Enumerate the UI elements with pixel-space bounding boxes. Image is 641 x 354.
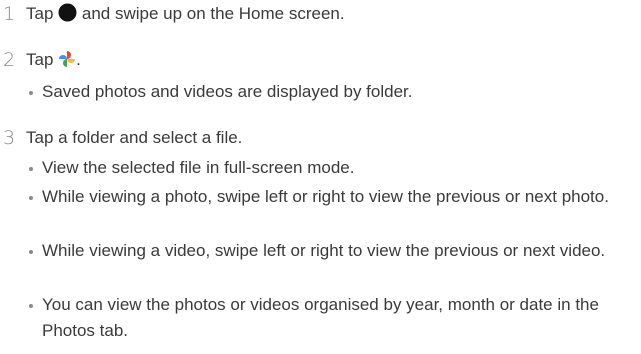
bullet-text: View the selected file in full-screen mo… (42, 158, 355, 177)
step-number: 2 (3, 49, 16, 71)
step-text: Tap and swipe up on the Home screen. (26, 3, 345, 28)
instruction-document: 1 Tap and swipe up on the Home screen. 2… (0, 0, 641, 354)
bullet-dot (29, 91, 33, 95)
step-text-suffix: and swipe up on the Home screen. (81, 4, 345, 23)
bullet-text: While viewing a photo, swipe left or rig… (42, 187, 609, 206)
step-text-suffix: . (76, 50, 81, 69)
step-text: Tap . (26, 49, 81, 74)
bullet-text: You can view the photos or videos organi… (42, 295, 599, 340)
step-text-prefix: Tap (26, 50, 54, 69)
step-text: Tap a folder and select a file. (26, 128, 243, 147)
bullet-text: Saved photos and videos are displayed by… (42, 82, 413, 101)
home-button-circle-icon (58, 3, 77, 28)
bullet-dot (29, 250, 33, 254)
step-number: 1 (3, 3, 16, 25)
bullet-dot (29, 167, 33, 171)
bullet-dot (29, 196, 33, 200)
bullet-dot (29, 304, 33, 308)
step-text-prefix: Tap (26, 4, 54, 23)
photos-pinwheel-icon (58, 50, 76, 74)
bullet-text: While viewing a video, swipe left or rig… (42, 241, 606, 260)
step-number: 3 (3, 127, 16, 149)
